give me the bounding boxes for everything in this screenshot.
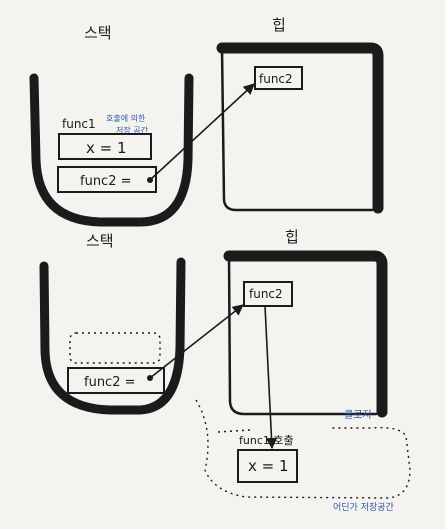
closure-x-label: x = 1 <box>248 457 289 475</box>
top-func1-note-line1: 호출에 의한 <box>106 113 146 123</box>
bottom-func2-label: func2 = <box>84 375 136 390</box>
top-func1-annotation: func1 <box>62 117 96 131</box>
bottom-stack-label: 스택 <box>86 232 114 250</box>
bottom-heap-container <box>223 250 388 418</box>
closure-arrow <box>264 305 278 450</box>
top-pointer-arrow <box>149 83 255 181</box>
memory-diagram: 스택 힙 func2 func1 호출에 의한 저장 공간 x = 1 func… <box>29 16 411 513</box>
storage-label: 어딘가 저장공간 <box>333 502 394 513</box>
bottom-heap-func2-label: func2 <box>249 287 283 301</box>
bottom-removed-frame <box>69 332 161 364</box>
top-func2-label: func2 = <box>80 174 132 189</box>
top-heap-func2-label: func2 <box>259 72 293 86</box>
top-x-label: x = 1 <box>86 139 127 157</box>
closure-func1-label: func1 호출 <box>239 434 294 447</box>
top-stack-label: 스택 <box>84 24 112 42</box>
bottom-heap-label: 힙 <box>285 228 299 246</box>
closure-label: 클로저 <box>344 409 372 421</box>
top-heap-container <box>216 42 384 214</box>
top-heap-label: 힙 <box>272 16 286 34</box>
